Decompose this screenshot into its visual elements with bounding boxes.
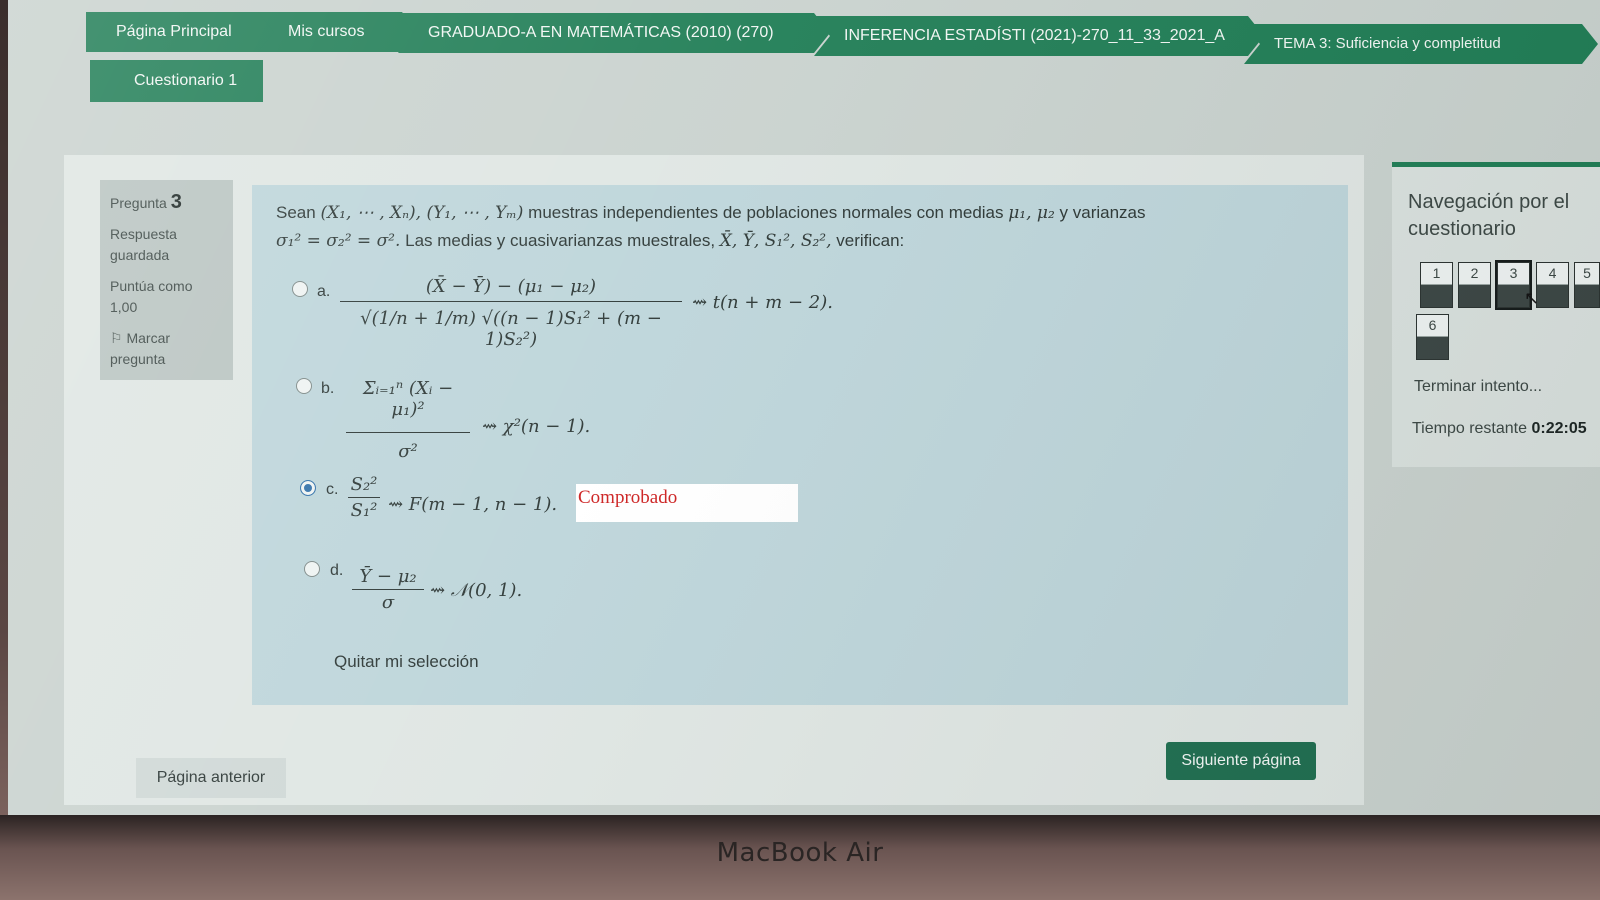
option-d-letter: d. <box>330 562 344 579</box>
checked-stamp: Comprobado <box>576 484 798 522</box>
option-a-numerator: (X̄ − Ȳ) − (μ₁ − μ₂) <box>425 276 597 297</box>
question-stats: X̄, Ȳ, S₁², S₂², <box>719 231 832 251</box>
laptop-brand-label: MacBook Air <box>716 838 884 868</box>
option-b-radio[interactable] <box>296 378 312 394</box>
option-b-rhs: ⇝ χ²(n − 1). <box>482 416 591 437</box>
question-text-variances: y varianzas <box>1059 203 1146 222</box>
option-a-denominator: √(1/n + 1/m) √((n − 1)S₁² + (m − 1)S₂²) <box>340 301 682 350</box>
time-remaining: Tiempo restante 0:22:05 <box>1412 420 1587 438</box>
mouse-pointer-icon: ↖ <box>1524 288 1540 308</box>
question-text-end: verifican: <box>836 231 905 250</box>
nav-question-3-label: 3 <box>1498 263 1529 285</box>
timer-label: Tiempo restante <box>1412 420 1528 437</box>
breadcrumb: Página Principal Mis cursos GRADUADO-A E… <box>78 12 1598 102</box>
flag-icon: ⚐ <box>110 330 127 346</box>
option-c-letter: c. <box>326 481 339 498</box>
option-a-radio[interactable] <box>292 281 308 297</box>
option-c-denominator: S₁² <box>348 497 380 521</box>
quiz-navigation-title: Navegación por el cuestionario <box>1408 191 1570 240</box>
browser-screen: Página Principal Mis cursos GRADUADO-A E… <box>8 0 1600 815</box>
nav-question-5[interactable]: 5 <box>1574 262 1600 308</box>
question-samples: (X₁, ⋯ , Xₙ), (Y₁, ⋯ , Yₘ) <box>320 203 524 223</box>
option-b-denominator: σ² <box>346 432 470 462</box>
option-a-rhs: ⇝ t(n + m − 2). <box>692 292 833 313</box>
nav-question-5-label: 5 <box>1575 263 1599 285</box>
question-number: Pregunta 3 <box>110 192 223 214</box>
question-text-mid: muestras independientes de poblaciones n… <box>528 203 1004 222</box>
option-d-denominator: σ <box>352 589 424 613</box>
option-c-rhs: ⇝ F(m − 1, n − 1). <box>388 494 558 515</box>
nav-question-1-label: 1 <box>1421 263 1452 285</box>
question-variances: σ₁² = σ₂² = σ². <box>276 231 401 251</box>
nav-question-4-label: 4 <box>1537 263 1568 285</box>
breadcrumb-my-courses[interactable]: Mis cursos <box>258 12 418 52</box>
nav-question-6-label: 6 <box>1417 315 1448 337</box>
option-c-numerator: S₂² <box>350 474 378 495</box>
option-b-formula: Σᵢ₌₁ⁿ (Xᵢ − μ₁)² σ² <box>346 378 470 462</box>
breadcrumb-topic[interactable]: TEMA 3: Suficiencia y completitud <box>1244 24 1598 64</box>
question-points: Puntúa como 1,00 <box>110 278 193 315</box>
nav-question-4[interactable]: 4 <box>1536 262 1569 308</box>
flag-question-link[interactable]: ⚐ Marcar pregunta <box>110 328 223 370</box>
nav-question-6[interactable]: 6 <box>1416 314 1449 360</box>
clear-selection-link[interactable]: Quitar mi selección <box>334 652 479 672</box>
question-text: Sean (X₁, ⋯ , Xₙ), (Y₁, ⋯ , Yₘ) muestras… <box>276 199 1316 255</box>
nav-question-2[interactable]: 2 <box>1458 262 1491 308</box>
option-d-rhs: ⇝ 𝒩(0, 1). <box>430 580 523 601</box>
option-a-letter: a. <box>317 283 331 300</box>
nav-question-2-label: 2 <box>1459 263 1490 285</box>
question-text-intro: Sean <box>276 203 316 222</box>
breadcrumb-degree[interactable]: GRADUADO-A EN MATEMÁTICAS (2010) (270) <box>398 13 830 53</box>
option-a-formula: (X̄ − Ȳ) − (μ₁ − μ₂) √(1/n + 1/m) √((n −… <box>340 276 682 350</box>
question-text-stats: Las medias y cuasivarianzas muestrales, <box>405 231 716 250</box>
question-info: Pregunta 3 Respuesta guardada Puntúa com… <box>100 180 233 380</box>
question-means: μ₁, μ₂ <box>1008 203 1055 223</box>
nav-question-1[interactable]: 1 <box>1420 262 1453 308</box>
previous-page-button[interactable]: Página anterior <box>136 758 286 798</box>
option-d-formula: Ȳ − μ₂ σ <box>352 566 424 613</box>
option-c-formula: S₂² S₁² <box>348 474 380 521</box>
question-status: Respuesta guardada <box>110 226 177 263</box>
breadcrumb-course[interactable]: INFERENCIA ESTADÍSTI (2021)-270_11_33_20… <box>814 16 1264 56</box>
option-d-numerator: Ȳ − μ₂ <box>359 566 417 587</box>
option-b-numerator: Σᵢ₌₁ⁿ (Xᵢ − μ₁)² <box>362 378 454 420</box>
question-number-value: 3 <box>170 191 182 213</box>
option-b-letter: b. <box>321 380 335 397</box>
breadcrumb-quiz[interactable]: Cuestionario 1 <box>90 60 264 102</box>
breadcrumb-home[interactable]: Página Principal <box>86 12 276 52</box>
timer-value: 0:22:05 <box>1531 420 1587 437</box>
option-c-radio[interactable] <box>300 480 316 496</box>
question-label: Pregunta <box>110 195 167 211</box>
option-d-radio[interactable] <box>304 561 320 577</box>
finish-attempt-link[interactable]: Terminar intento... <box>1414 378 1542 396</box>
next-page-button[interactable]: Siguiente página <box>1166 742 1316 780</box>
